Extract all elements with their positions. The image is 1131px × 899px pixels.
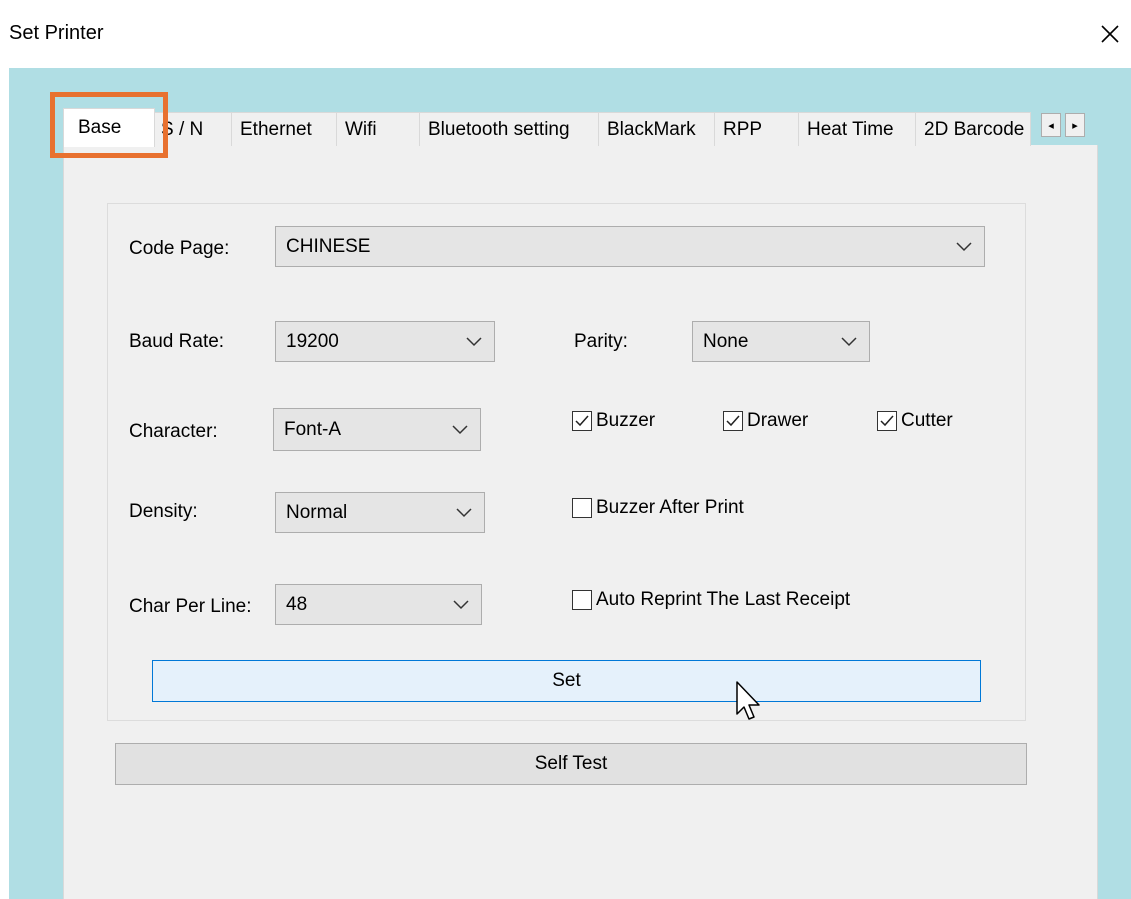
chevron-down-icon [453,599,469,609]
checkbox-box [572,590,592,610]
tab-scroll-left-button[interactable]: ◂ [1041,113,1061,137]
chevron-down-icon [452,424,468,434]
baud-rate-label: Baud Rate: [129,331,225,352]
char-per-line-select[interactable]: 48 [275,584,482,625]
tab-label: Wifi [345,118,377,140]
arrow-left-icon: ◂ [1048,119,1054,132]
close-button[interactable] [1090,14,1130,54]
chevron-down-icon [841,336,857,346]
tab-rpp[interactable]: RPP [714,112,799,146]
chevron-down-icon [466,336,482,346]
tab-label: Ethernet [240,118,312,140]
checkbox-box [723,411,743,431]
highlight-annotation [50,92,168,158]
buzzer-after-print-checkbox[interactable]: Buzzer After Print [572,497,744,519]
character-label: Character: [129,421,218,442]
baud-rate-value: 19200 [286,330,339,352]
char-per-line-label: Char Per Line: [129,596,252,617]
chevron-down-icon [456,507,472,517]
parity-value: None [703,330,749,352]
checkmark-icon [575,415,589,427]
cutter-checkbox[interactable]: Cutter [877,410,953,432]
tab-blackmark[interactable]: BlackMark [598,112,715,146]
density-value: Normal [286,501,348,523]
tab-strip: S / N Ethernet Wifi Bluetooth setting Bl… [58,108,1096,147]
tab-label: Bluetooth setting [428,118,570,140]
buzzer-label: Buzzer [596,410,656,431]
character-value: Font-A [284,418,342,440]
parity-select[interactable]: None [692,321,870,362]
window-title: Set Printer [9,22,104,44]
code-page-select[interactable]: CHINESE [275,226,985,267]
arrow-right-icon: ▸ [1072,119,1078,132]
checkmark-icon [880,415,894,427]
density-label: Density: [129,501,198,522]
density-select[interactable]: Normal [275,492,485,533]
tab-2d-barcode[interactable]: 2D Barcode [915,112,1031,146]
set-button[interactable]: Set [152,660,981,702]
checkbox-box [572,498,592,518]
self-test-button[interactable]: Self Test [115,743,1027,785]
checkmark-icon [726,415,740,427]
tab-label: 2D Barcode [924,118,1025,140]
tab-wifi[interactable]: Wifi [336,112,420,146]
code-page-label: Code Page: [129,238,230,259]
drawer-checkbox[interactable]: Drawer [723,410,808,432]
parity-label: Parity: [574,331,628,352]
char-per-line-value: 48 [286,593,308,615]
self-test-button-label: Self Test [534,753,608,774]
auto-reprint-checkbox[interactable]: Auto Reprint The Last Receipt [572,589,850,611]
mouse-pointer-icon [736,681,760,720]
close-icon [1101,25,1119,43]
cutter-label: Cutter [901,410,953,431]
tab-bluetooth-setting[interactable]: Bluetooth setting [419,112,599,146]
chevron-down-icon [956,241,972,251]
baud-rate-select[interactable]: 19200 [275,321,495,362]
auto-reprint-label: Auto Reprint The Last Receipt [596,589,851,610]
code-page-value: CHINESE [286,235,371,257]
drawer-label: Drawer [747,410,809,431]
tab-scroll-right-button[interactable]: ▸ [1065,113,1085,137]
tab-ethernet[interactable]: Ethernet [231,112,337,146]
tab-heat-time[interactable]: Heat Time [798,112,916,146]
checkbox-box [877,411,897,431]
tab-label: RPP [723,118,763,140]
character-select[interactable]: Font-A [273,408,481,451]
tab-label: BlackMark [607,118,696,140]
settings-group [107,203,1026,721]
checkbox-box [572,411,592,431]
title-bar: Set Printer [0,0,1131,68]
tab-label: Heat Time [807,118,894,140]
set-button-label: Set [552,670,581,691]
buzzer-after-print-label: Buzzer After Print [596,497,744,518]
buzzer-checkbox[interactable]: Buzzer [572,410,655,432]
